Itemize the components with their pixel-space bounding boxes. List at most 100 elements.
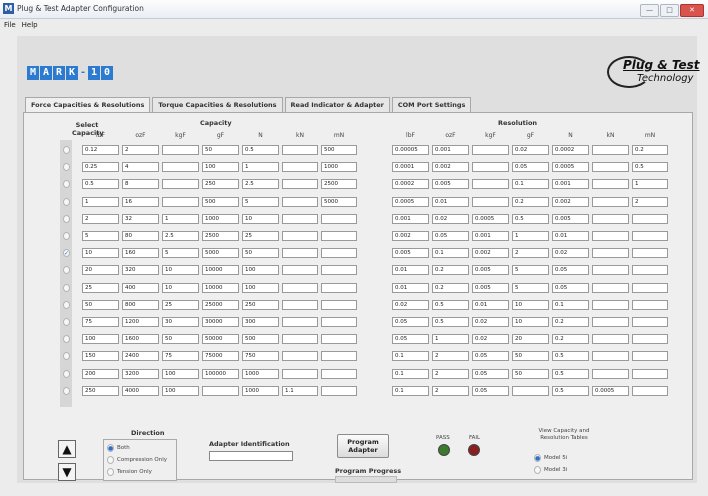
resolution-cell[interactable]: 0.1 <box>392 368 429 379</box>
resolution-cell[interactable]: 0.5 <box>552 351 589 362</box>
resolution-cell[interactable] <box>512 385 549 396</box>
capacity-cell[interactable]: 250 <box>242 299 279 310</box>
capacity-cell[interactable]: 5 <box>82 231 119 241</box>
capacity-cell[interactable] <box>321 231 357 241</box>
resolution-cell[interactable]: 0.05 <box>512 162 549 173</box>
capacity-cell[interactable] <box>282 213 318 224</box>
resolution-cell[interactable]: 0.05 <box>432 231 469 241</box>
capacity-cell[interactable]: 200 <box>82 368 119 379</box>
capacity-cell[interactable]: 1000 <box>321 162 357 173</box>
capacity-cell[interactable]: 75 <box>82 317 119 327</box>
resolution-cell[interactable]: 2 <box>632 196 668 207</box>
capacity-cell[interactable]: 25000 <box>202 299 239 310</box>
resolution-cell[interactable]: 0.0005 <box>472 213 509 224</box>
select-capacity-radio[interactable] <box>63 214 70 223</box>
capacity-cell[interactable] <box>282 334 318 345</box>
select-capacity-radio[interactable] <box>63 300 70 309</box>
resolution-cell[interactable]: 0.005 <box>552 213 589 224</box>
resolution-cell[interactable]: 0.005 <box>392 248 429 259</box>
resolution-cell[interactable]: 1 <box>512 231 549 241</box>
capacity-cell[interactable]: 4 <box>122 162 159 173</box>
select-capacity-radio[interactable] <box>63 318 70 326</box>
tab-torque[interactable]: Torque Capacities & Resolutions <box>152 97 283 112</box>
capacity-cell[interactable] <box>162 196 199 207</box>
scroll-up-button[interactable]: ▲ <box>58 440 76 458</box>
scroll-down-button[interactable]: ▼ <box>58 463 76 481</box>
resolution-cell[interactable]: 0.5 <box>552 385 589 396</box>
capacity-cell[interactable] <box>282 368 318 379</box>
resolution-cell[interactable] <box>632 368 668 379</box>
resolution-cell[interactable]: 0.5 <box>432 317 469 327</box>
resolution-cell[interactable]: 0.002 <box>552 196 589 207</box>
capacity-cell[interactable] <box>282 299 318 310</box>
capacity-cell[interactable]: 500 <box>321 145 357 155</box>
capacity-cell[interactable]: 25 <box>162 299 199 310</box>
capacity-cell[interactable]: 0.5 <box>82 179 119 190</box>
resolution-cell[interactable]: 0.2 <box>432 265 469 276</box>
select-capacity-radio[interactable]: ✓ <box>63 249 70 258</box>
resolution-cell[interactable]: 0.0005 <box>392 196 429 207</box>
capacity-cell[interactable]: 320 <box>122 265 159 276</box>
resolution-cell[interactable]: 0.02 <box>472 334 509 345</box>
capacity-cell[interactable] <box>162 145 199 155</box>
resolution-cell[interactable] <box>632 317 668 327</box>
capacity-cell[interactable]: 500 <box>242 334 279 345</box>
capacity-cell[interactable] <box>282 317 318 327</box>
resolution-cell[interactable]: 10 <box>512 317 549 327</box>
capacity-cell[interactable]: 1200 <box>122 317 159 327</box>
select-capacity-radio[interactable] <box>63 386 70 395</box>
capacity-cell[interactable]: 10000 <box>202 282 239 293</box>
capacity-cell[interactable]: 10 <box>162 282 199 293</box>
capacity-cell[interactable]: 0.5 <box>242 145 279 155</box>
minimize-button[interactable]: — <box>640 4 659 17</box>
menu-help[interactable]: Help <box>22 21 38 29</box>
capacity-cell[interactable]: 10000 <box>202 265 239 276</box>
capacity-cell[interactable] <box>321 282 357 293</box>
resolution-cell[interactable]: 0.2 <box>432 282 469 293</box>
resolution-cell[interactable]: 0.05 <box>472 385 509 396</box>
capacity-cell[interactable]: 75000 <box>202 351 239 362</box>
resolution-cell[interactable]: 0.02 <box>512 145 549 155</box>
select-capacity-radio[interactable] <box>63 146 70 154</box>
capacity-cell[interactable] <box>162 179 199 190</box>
resolution-cell[interactable]: 0.005 <box>432 179 469 190</box>
resolution-cell[interactable]: 0.001 <box>392 213 429 224</box>
capacity-cell[interactable]: 5 <box>162 248 199 259</box>
capacity-cell[interactable]: 160 <box>122 248 159 259</box>
capacity-cell[interactable]: 5 <box>242 196 279 207</box>
capacity-cell[interactable]: 250 <box>202 179 239 190</box>
capacity-cell[interactable]: 3200 <box>122 368 159 379</box>
capacity-cell[interactable] <box>282 162 318 173</box>
capacity-cell[interactable]: 10 <box>82 248 119 259</box>
resolution-cell[interactable]: 0.00005 <box>392 145 429 155</box>
capacity-cell[interactable]: 1.1 <box>282 385 318 396</box>
resolution-cell[interactable] <box>632 265 668 276</box>
capacity-cell[interactable] <box>321 317 357 327</box>
capacity-cell[interactable] <box>321 265 357 276</box>
resolution-cell[interactable] <box>592 213 629 224</box>
resolution-cell[interactable]: 20 <box>512 334 549 345</box>
resolution-cell[interactable]: 0.0001 <box>392 162 429 173</box>
capacity-cell[interactable]: 5000 <box>321 196 357 207</box>
capacity-cell[interactable]: 1 <box>82 196 119 207</box>
resolution-cell[interactable]: 0.001 <box>472 231 509 241</box>
resolution-cell[interactable]: 0.05 <box>472 368 509 379</box>
resolution-cell[interactable]: 2 <box>512 248 549 259</box>
resolution-cell[interactable] <box>592 265 629 276</box>
resolution-cell[interactable]: 5 <box>512 265 549 276</box>
resolution-cell[interactable]: 0.02 <box>392 299 429 310</box>
capacity-cell[interactable]: 2.5 <box>162 231 199 241</box>
resolution-cell[interactable]: 0.5 <box>552 368 589 379</box>
resolution-cell[interactable]: 0.05 <box>552 265 589 276</box>
resolution-cell[interactable]: 0.1 <box>392 385 429 396</box>
capacity-cell[interactable] <box>282 231 318 241</box>
resolution-cell[interactable]: 0.002 <box>392 231 429 241</box>
resolution-cell[interactable]: 0.1 <box>392 351 429 362</box>
resolution-cell[interactable]: 0.1 <box>432 248 469 259</box>
capacity-cell[interactable]: 100 <box>82 334 119 345</box>
resolution-cell[interactable] <box>632 351 668 362</box>
resolution-cell[interactable]: 0.01 <box>392 282 429 293</box>
resolution-cell[interactable] <box>632 299 668 310</box>
capacity-cell[interactable]: 100 <box>242 265 279 276</box>
program-adapter-button[interactable]: Program Adapter <box>337 434 389 458</box>
